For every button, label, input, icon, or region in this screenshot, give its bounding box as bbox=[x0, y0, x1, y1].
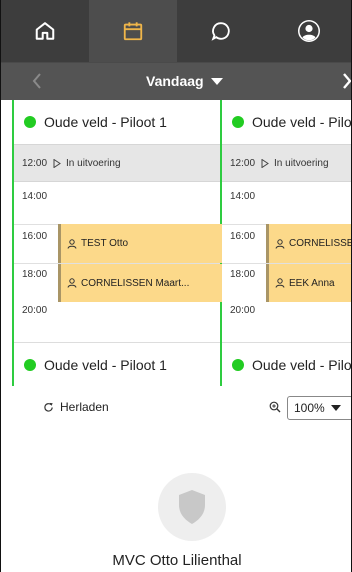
reload-button[interactable]: Herladen bbox=[43, 400, 109, 414]
schedule-toolbar: Herladen 100% bbox=[1, 386, 351, 430]
org-name: MVC Otto Lilienthal bbox=[112, 552, 242, 569]
person-icon bbox=[67, 238, 77, 249]
app-frame: Vandaag Oude veld - Piloot 1 12:00 In ui… bbox=[0, 0, 352, 572]
event-label: CORNELISSEN Maart... bbox=[81, 277, 190, 289]
status-dot bbox=[24, 358, 36, 371]
org-logo bbox=[158, 473, 226, 541]
time-label: 12:00 bbox=[22, 157, 48, 169]
person-icon bbox=[275, 278, 285, 288]
in-progress-slot[interactable]: 12:00 In uitvoering bbox=[222, 144, 351, 182]
event-label: CORNELISSEN bbox=[289, 238, 351, 249]
reservation-event[interactable]: CORNELISSEN bbox=[266, 224, 351, 263]
shield-icon bbox=[179, 490, 205, 524]
tab-profile[interactable] bbox=[265, 0, 351, 62]
zoom-select[interactable]: 100% bbox=[287, 396, 351, 420]
time-label: 20:00 bbox=[230, 304, 256, 316]
tab-home[interactable] bbox=[1, 0, 89, 62]
profile-icon bbox=[298, 20, 320, 42]
time-label: 12:00 bbox=[230, 157, 256, 169]
column-footer-title: Oude veld - Piloot 1 bbox=[44, 356, 167, 373]
top-navigation bbox=[1, 0, 351, 62]
in-progress-label: In uitvoering bbox=[274, 157, 329, 169]
column-footer[interactable]: Oude veld - Piloot 1 bbox=[14, 342, 220, 386]
reload-icon bbox=[44, 402, 53, 412]
column-title: Oude veld - Piloot 1 bbox=[44, 114, 167, 130]
chevron-left-icon[interactable] bbox=[31, 72, 43, 90]
zoom-value: 100% bbox=[294, 401, 325, 415]
date-label[interactable]: Vandaag bbox=[146, 73, 204, 89]
date-bar: Vandaag bbox=[1, 62, 352, 100]
person-icon bbox=[275, 238, 285, 249]
time-label: 14:00 bbox=[230, 190, 256, 202]
reservation-event[interactable]: CORNELISSEN Maart... bbox=[58, 264, 222, 302]
reservation-event[interactable]: TEST Otto bbox=[58, 224, 222, 263]
event-label: EEK Anna bbox=[289, 277, 335, 289]
play-icon bbox=[261, 158, 269, 168]
caret-down-icon[interactable] bbox=[211, 78, 223, 86]
play-icon bbox=[53, 158, 61, 168]
reload-label: Herladen bbox=[60, 400, 109, 414]
chevron-right-icon[interactable] bbox=[341, 72, 352, 90]
chat-icon bbox=[211, 22, 230, 41]
status-dot bbox=[232, 116, 244, 128]
calendar-icon bbox=[123, 22, 143, 41]
time-label: 14:00 bbox=[22, 190, 48, 202]
column-title: Oude veld - Piloot 2 bbox=[252, 114, 352, 130]
tab-chat[interactable] bbox=[177, 0, 265, 62]
schedule-column: Oude veld - Piloot 1 12:00 In uitvoering… bbox=[12, 100, 222, 386]
column-footer-title: Oude veld - Piloot 2 bbox=[252, 356, 352, 373]
home-icon bbox=[35, 22, 55, 40]
in-progress-slot[interactable]: 12:00 In uitvoering bbox=[14, 144, 220, 182]
column-header[interactable]: Oude veld - Piloot 1 bbox=[14, 100, 220, 144]
tab-calendar[interactable] bbox=[89, 0, 177, 62]
caret-down-icon bbox=[330, 404, 341, 411]
person-icon bbox=[67, 278, 77, 288]
status-dot bbox=[232, 358, 244, 371]
schedule-column: Oude veld - Piloot 2 12:00 In uitvoering… bbox=[222, 100, 352, 386]
time-label: 20:00 bbox=[22, 304, 48, 316]
zoom-in-icon bbox=[269, 401, 281, 413]
column-header[interactable]: Oude veld - Piloot 2 bbox=[222, 100, 352, 144]
in-progress-label: In uitvoering bbox=[66, 157, 121, 169]
column-footer[interactable]: Oude veld - Piloot 2 bbox=[222, 342, 352, 386]
status-dot bbox=[24, 116, 36, 128]
event-label: TEST Otto bbox=[81, 238, 129, 249]
reservation-event[interactable]: EEK Anna bbox=[266, 264, 351, 302]
